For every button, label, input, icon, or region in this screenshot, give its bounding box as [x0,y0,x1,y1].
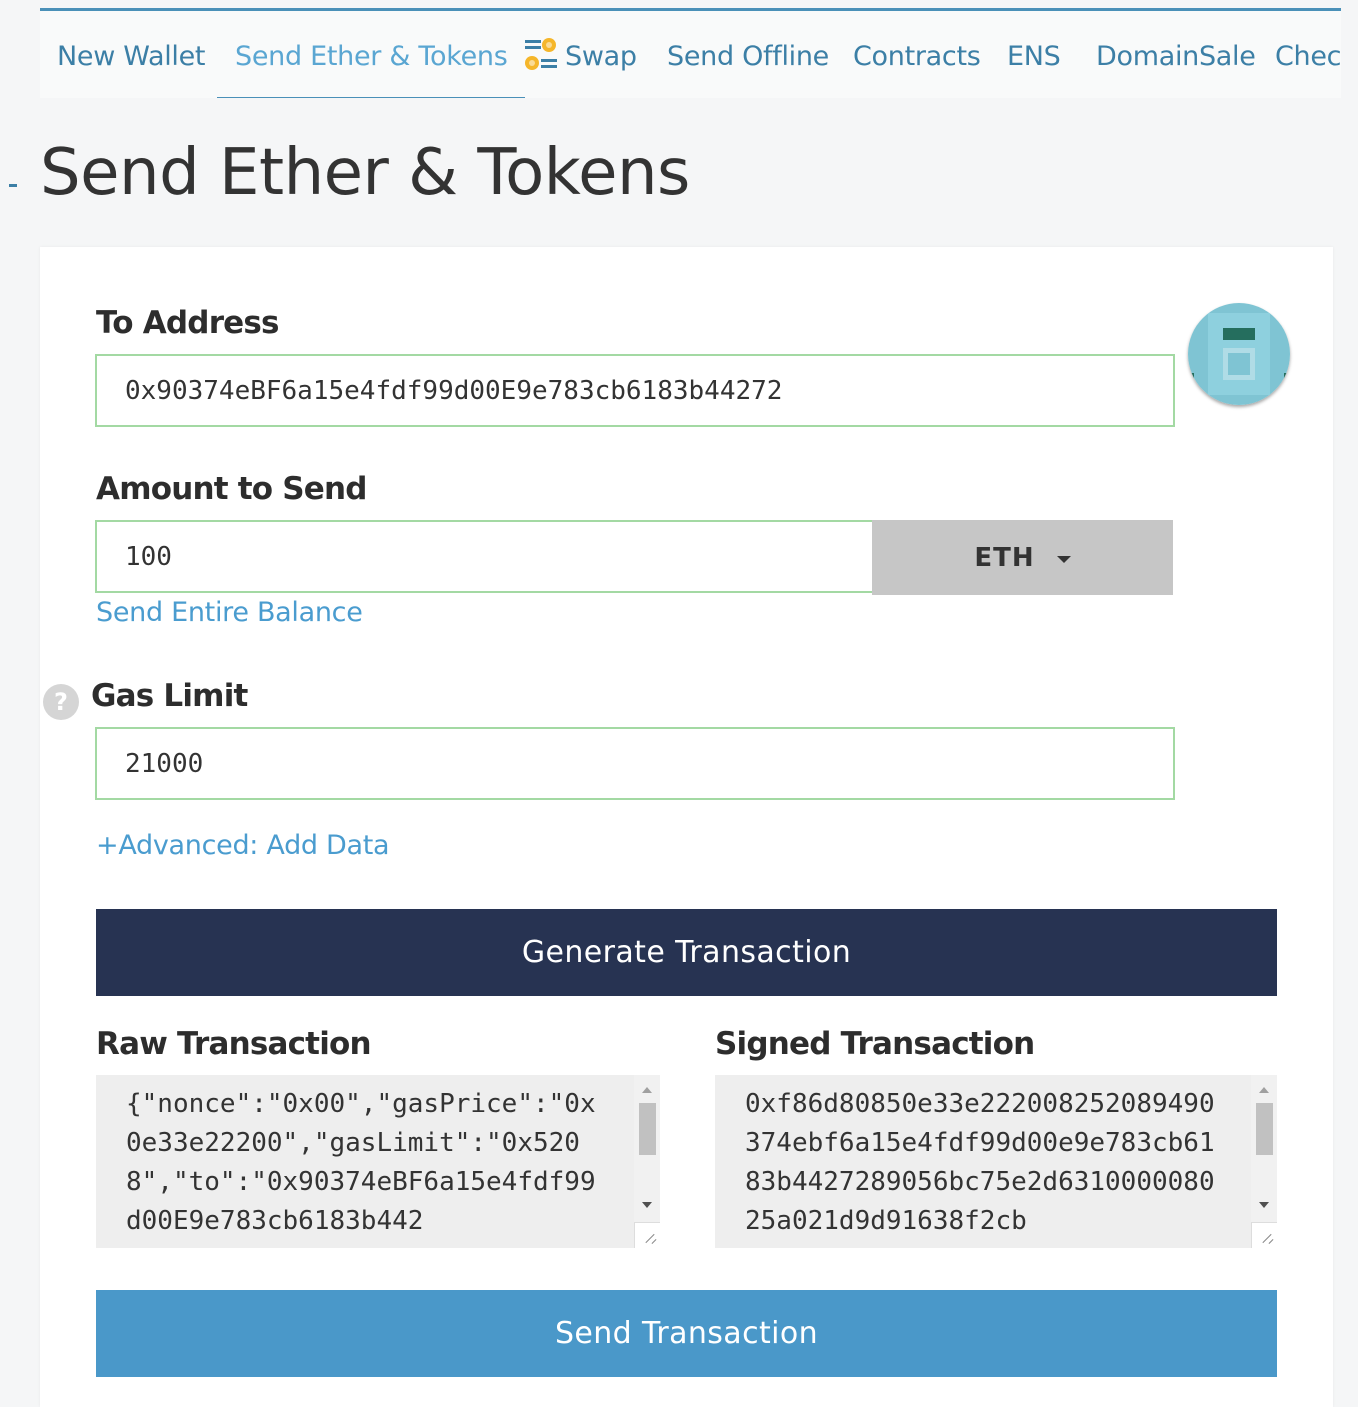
resize-grip-icon[interactable] [1251,1222,1277,1248]
signed-transaction-text: 0xf86d80850e33e222008252089490374ebf6a15… [745,1089,1215,1236]
scroll-thumb[interactable] [639,1103,656,1155]
nav-item-send-offline[interactable]: Send Offline [667,11,829,98]
main-nav: New Wallet Send Ether & Tokens Swap Send… [40,8,1341,98]
advanced-add-data-link[interactable]: +Advanced: Add Data [96,830,390,861]
gas-limit-label: Gas Limit [91,678,248,714]
nav-item-check[interactable]: Check [1275,11,1341,98]
gas-limit-input[interactable]: 21000 [95,727,1175,800]
swap-icon [525,38,557,70]
signed-transaction-label: Signed Transaction [715,1026,1035,1062]
scroll-up-arrow-icon[interactable] [1259,1087,1269,1093]
signed-transaction-textarea[interactable]: 0xf86d80850e33e222008252089490374ebf6a15… [715,1075,1277,1248]
nav-item-swap-label: Swap [565,41,637,72]
send-transaction-label: Send Transaction [554,1316,819,1351]
unit-dropdown[interactable]: ETH [872,520,1173,595]
amount-input[interactable]: 100 [95,520,875,593]
scroll-down-arrow-icon[interactable] [642,1202,652,1208]
help-icon[interactable]: ? [43,684,79,720]
amount-value: 100 [125,541,172,572]
to-address-input[interactable]: 0x90374eBF6a15e4fdf99d00E9e783cb6183b442… [95,354,1175,427]
to-address-value: 0x90374eBF6a15e4fdf99d00E9e783cb6183b442… [125,375,783,406]
generate-transaction-label: Generate Transaction [521,935,852,970]
page-title: Send Ether & Tokens [40,136,690,210]
scroll-thumb[interactable] [1256,1103,1273,1155]
send-transaction-button[interactable]: Send Transaction [96,1290,1277,1377]
identicon-avatar [1188,303,1290,405]
send-form-card: To Address 0x90374eBF6a15e4fdf99d00E9e78… [40,247,1333,1407]
raw-transaction-textarea[interactable]: {"nonce":"0x00","gasPrice":"0x0e33e22200… [96,1075,660,1248]
nav-item-swap[interactable]: Swap [523,11,637,98]
raw-transaction-text: {"nonce":"0x00","gasPrice":"0x0e33e22200… [126,1089,596,1236]
title-marker [9,184,17,187]
nav-item-new-wallet[interactable]: New Wallet [57,11,206,98]
unit-dropdown-label: ETH [974,542,1035,573]
raw-transaction-label: Raw Transaction [96,1026,372,1062]
chevron-down-icon [1056,556,1071,563]
amount-label: Amount to Send [96,471,367,507]
resize-grip-icon[interactable] [634,1222,660,1248]
scroll-up-arrow-icon[interactable] [642,1087,652,1093]
nav-item-domainsale[interactable]: DomainSale [1096,11,1256,98]
nav-item-contracts[interactable]: Contracts [853,11,981,98]
send-entire-balance-link[interactable]: Send Entire Balance [96,597,363,628]
gas-limit-value: 21000 [125,748,204,779]
scroll-down-arrow-icon[interactable] [1259,1202,1269,1208]
nav-item-send-ether-tokens[interactable]: Send Ether & Tokens [216,11,526,98]
nav-item-ens[interactable]: ENS [1007,11,1061,98]
generate-transaction-button[interactable]: Generate Transaction [96,909,1277,996]
to-address-label: To Address [96,305,280,341]
